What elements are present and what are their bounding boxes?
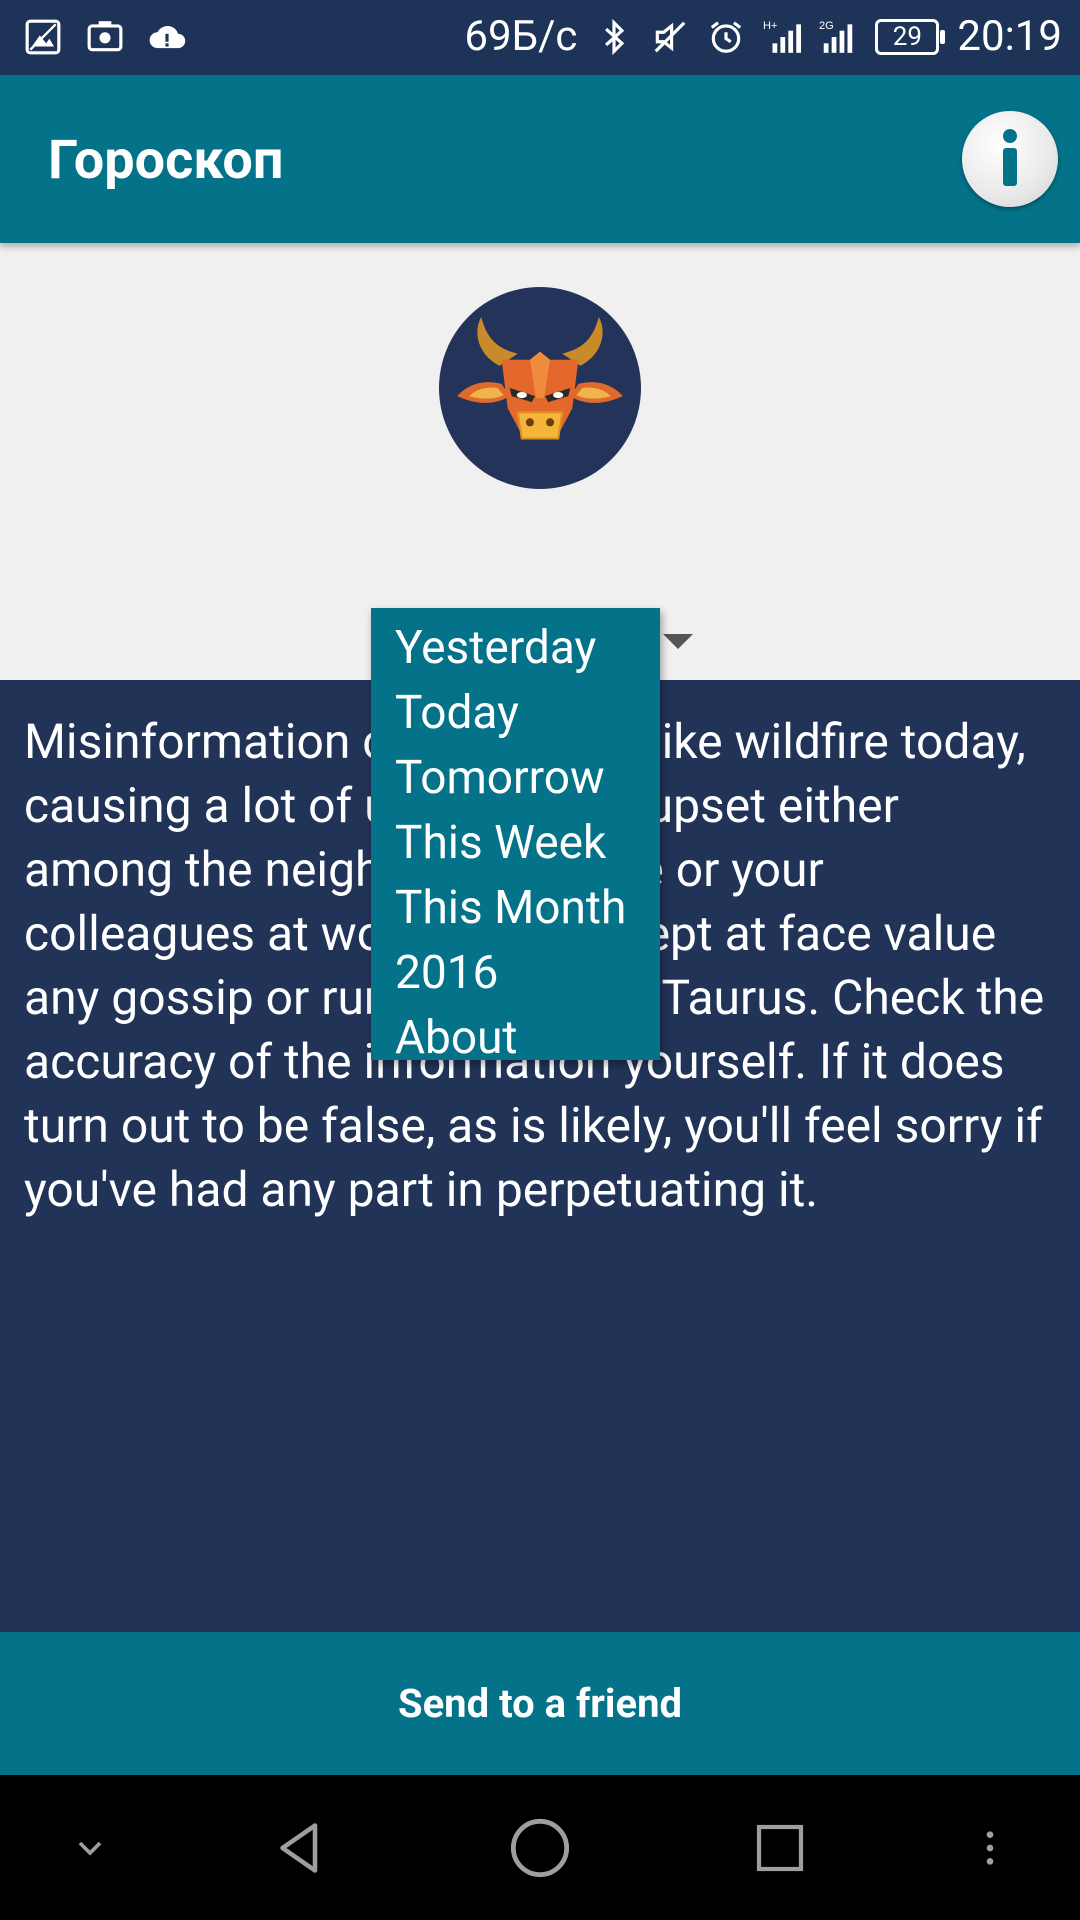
recents-icon xyxy=(756,1824,804,1871)
back-button[interactable] xyxy=(250,1775,350,1920)
menu-item-this-month[interactable]: This Month xyxy=(371,876,660,941)
mute-icon xyxy=(655,21,686,52)
signal-hplus-icon: H+ xyxy=(763,20,802,53)
signal-2g-icon: 2G xyxy=(819,20,853,53)
menu-item-today[interactable]: Today xyxy=(371,681,660,746)
back-icon xyxy=(280,1822,318,1873)
menu-item-year[interactable]: 2016 xyxy=(371,941,660,1006)
taurus-bull-icon xyxy=(457,317,623,440)
bluetooth-icon xyxy=(605,18,625,55)
hide-nav-button[interactable] xyxy=(50,1775,130,1920)
info-icon xyxy=(1003,129,1017,186)
period-dropdown-menu: Yesterday Today Tomorrow This Week This … xyxy=(371,608,660,1065)
cloud-alert-icon xyxy=(149,25,186,49)
recents-button[interactable] xyxy=(730,1775,830,1920)
home-icon xyxy=(510,1818,570,1877)
network-speed: 69Б/с xyxy=(464,12,578,61)
battery-icon: 29 xyxy=(875,18,946,55)
more-vert-icon xyxy=(986,1830,994,1865)
menu-item-about[interactable]: About xyxy=(371,1006,660,1071)
image-icon xyxy=(25,19,61,55)
svg-text:H+: H+ xyxy=(763,20,777,32)
dropdown-arrow-icon[interactable] xyxy=(663,634,693,649)
info-button[interactable] xyxy=(962,111,1058,207)
app-title: Гороскоп xyxy=(48,129,284,192)
send-to-friend-button[interactable]: Send to a friend xyxy=(0,1632,1080,1775)
clock: 20:19 xyxy=(957,12,1062,61)
battery-level: 29 xyxy=(892,21,923,52)
more-button[interactable] xyxy=(960,1775,1020,1920)
alarm-icon xyxy=(711,20,742,53)
home-button[interactable] xyxy=(490,1775,590,1920)
navigation-bar xyxy=(0,1775,1080,1920)
chevron-down-icon xyxy=(78,1841,102,1856)
menu-item-tomorrow[interactable]: Tomorrow xyxy=(371,746,660,811)
menu-item-yesterday[interactable]: Yesterday xyxy=(371,616,660,681)
status-bar: 69Б/с H+ 2G 29 20:19 xyxy=(0,0,1080,75)
zodiac-sign-avatar xyxy=(439,287,641,489)
menu-item-this-week[interactable]: This Week xyxy=(371,811,660,876)
app-bar: Гороскоп xyxy=(0,75,1080,243)
svg-text:2G: 2G xyxy=(819,20,834,32)
screenshot-icon xyxy=(87,21,123,52)
